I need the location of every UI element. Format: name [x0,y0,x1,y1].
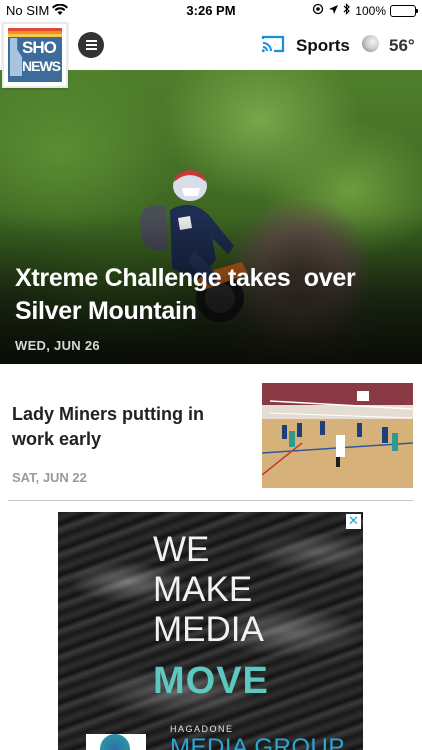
cast-icon[interactable] [261,35,285,58]
ad-brand-name: MEDIA GROUP [170,734,345,750]
section-title[interactable]: Sports [296,36,350,56]
hero-headline[interactable]: Xtreme Challenge takes over Silver Mount… [15,262,410,328]
ad-text-line: MAKE [153,570,253,609]
ad-text-line: MEDIA [153,610,264,649]
menu-button[interactable] [78,32,104,58]
volleyball-gym-image [262,383,413,488]
logo-stripe [8,34,62,37]
moon-icon[interactable] [362,35,379,52]
hero-date: WED, JUN 26 [15,338,100,353]
logo-text-top: SHO [22,38,57,57]
status-bar: No SIM 3:26 PM 100% [0,0,422,22]
hero-story[interactable]: Xtreme Challenge takes over Silver Mount… [0,70,422,364]
menu-icon-bar [85,40,97,42]
ad-brand-small: HAGADONE [170,724,234,734]
story-thumbnail[interactable] [262,383,413,488]
close-icon[interactable]: ✕ [346,514,361,529]
logo-text-bottom: NEWS [22,58,61,74]
bluetooth-icon [343,3,351,18]
story-date: SAT, JUN 22 [12,470,87,485]
state-shape-icon [10,38,22,76]
app-header: SHO NEWS Sports 56° [0,22,422,88]
ad-text-line: WE [153,530,210,569]
logo-badge: SHO NEWS [8,28,62,82]
ad-highlight-text: MOVE [153,660,269,702]
battery-percent: 100% [355,3,386,18]
weather-temperature[interactable]: 56° [389,36,415,56]
menu-icon-bar [85,44,97,46]
navigation-arrow-icon [328,4,339,18]
story-headline[interactable]: Lady Miners putting in work early [12,402,242,452]
story-card[interactable]: Lady Miners putting in work early SAT, J… [0,364,422,501]
menu-icon-bar [85,48,97,50]
section-divider [8,500,414,501]
sho-news-logo[interactable]: SHO NEWS [2,22,68,88]
status-icons: 100% [312,3,386,18]
advertisement-banner[interactable]: ✕ WE MAKE MEDIA MOVE HAGADONE MEDIA GROU… [58,512,363,750]
battery-icon [390,5,418,17]
location-icon [312,3,324,18]
